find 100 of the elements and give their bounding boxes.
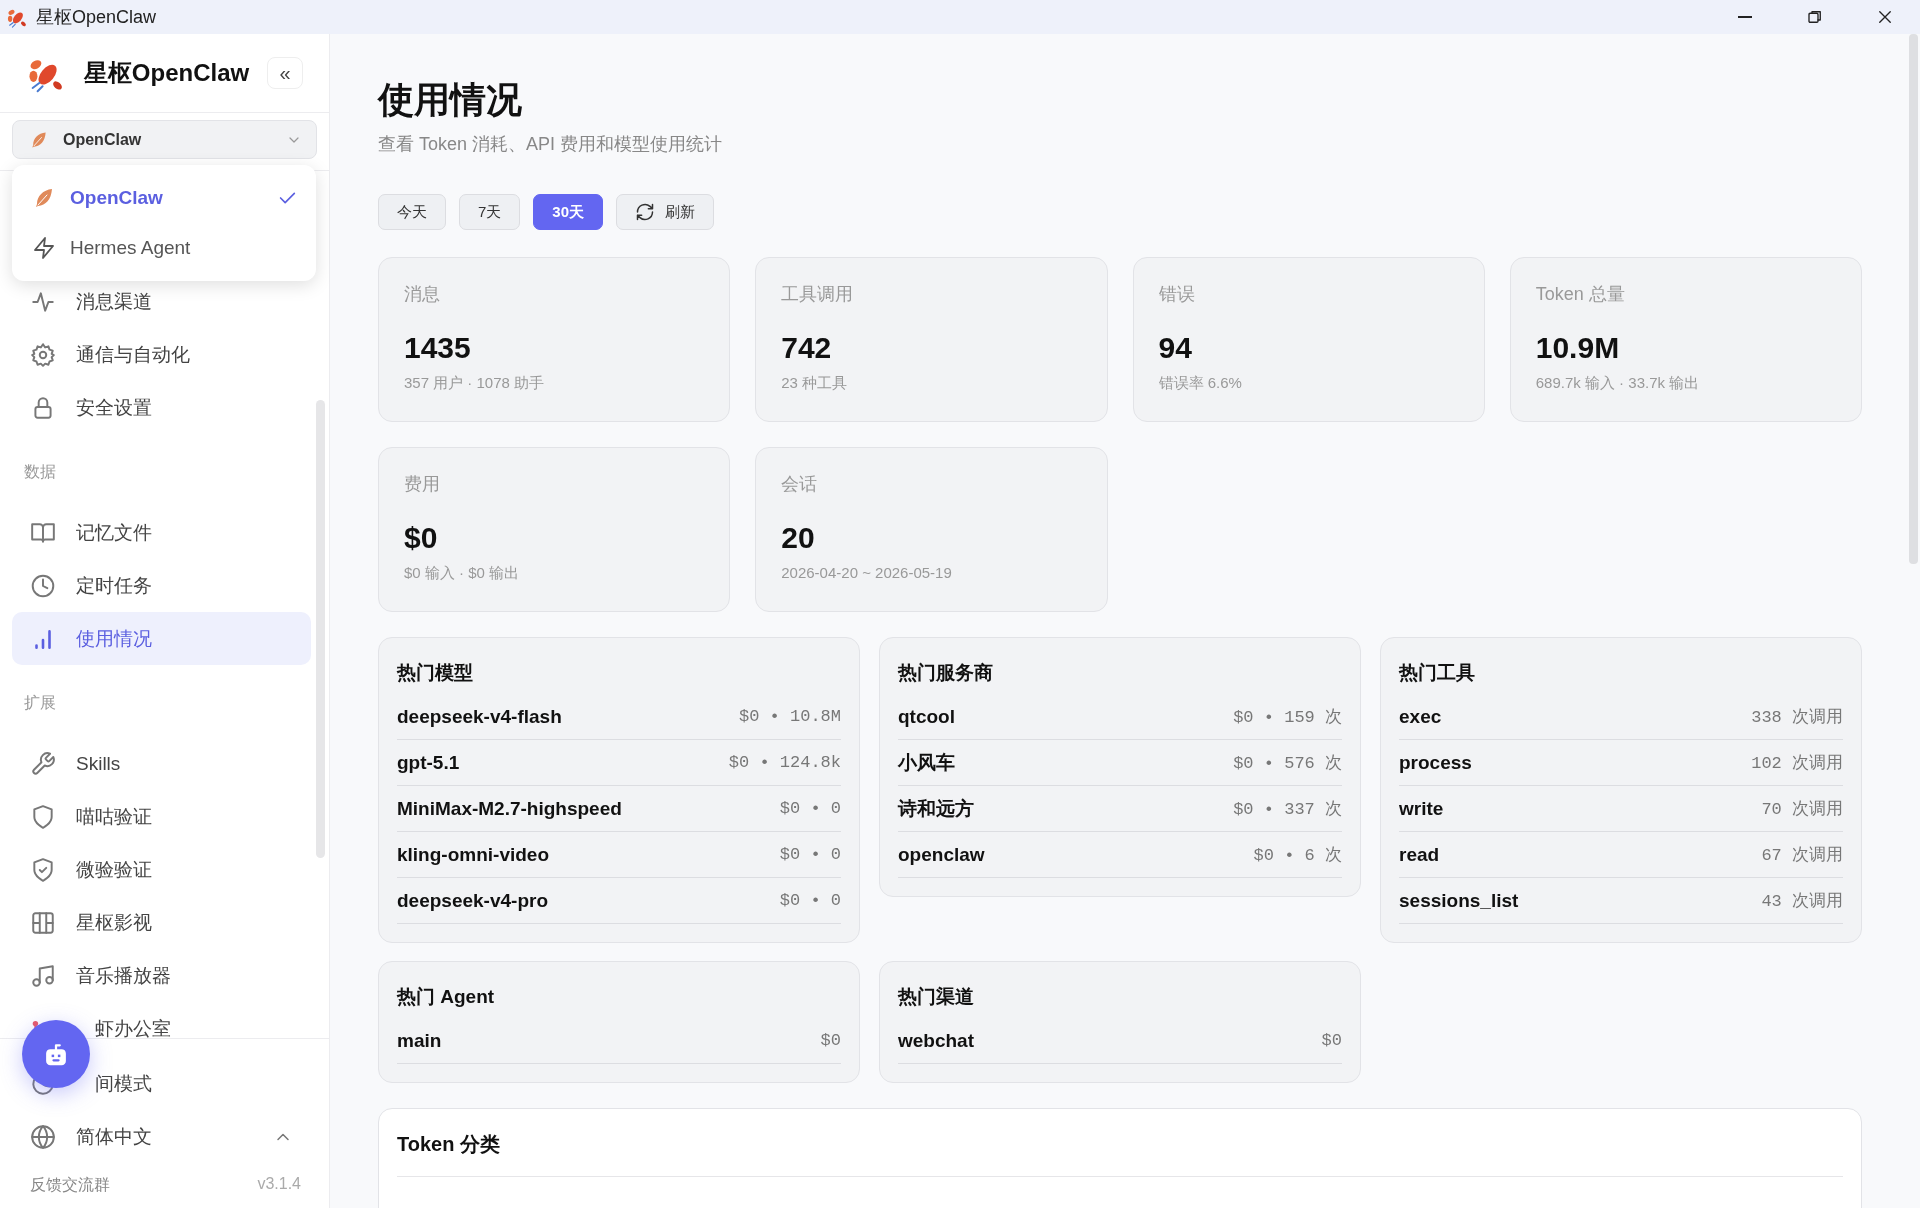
bolt-icon [32, 236, 56, 260]
shield-check-icon [30, 856, 56, 883]
stat-label: 会话 [781, 473, 819, 496]
stat-value: 94 [1158, 330, 1193, 366]
row-value: $0 • 10.8M [738, 707, 841, 726]
minimize-icon [1738, 16, 1752, 18]
grid-icon [30, 909, 56, 936]
card-title: 热门服务商 [898, 661, 994, 685]
row-name: sessions_list [1399, 889, 1519, 912]
stat-label: 消息 [404, 283, 441, 306]
row-value: $0 • 0 [779, 891, 841, 910]
row-value: $0 • 6 次 [1253, 845, 1342, 866]
row-value: 70 次调用 [1761, 799, 1843, 820]
language-select[interactable]: 简体中文 [12, 1110, 311, 1163]
row-name: 小风车 [898, 750, 955, 775]
card-title: 热门工具 [1399, 661, 1476, 685]
stat-detail: 2026-04-20 ~ 2026-05-19 [781, 564, 953, 581]
scrollbar[interactable] [1909, 34, 1918, 564]
globe-icon [30, 1123, 56, 1150]
page-subtitle: 查看 Token 消耗、API 费用和模型使用统计 [378, 133, 724, 156]
card-title: 热门模型 [397, 661, 474, 685]
range-button[interactable]: 30天 [533, 194, 604, 230]
row-value: $0 • 0 [779, 799, 841, 818]
stat-label: 费用 [404, 473, 441, 496]
row-name: write [1399, 797, 1444, 820]
nav-item[interactable]: 通信与自动化 [12, 328, 311, 381]
window-title: 星枢OpenClaw [36, 6, 158, 29]
section-heading: 数据 [24, 462, 56, 482]
restore-icon [1806, 8, 1824, 26]
row-value: $0 • 337 次 [1233, 799, 1342, 820]
row-name: 诗和远方 [898, 796, 974, 821]
nav-item[interactable]: Skills [12, 737, 311, 790]
close-icon [1876, 8, 1894, 26]
row-name: kling-omni-video [397, 843, 549, 866]
version-label: v3.1.4 [257, 1175, 301, 1194]
stat-label: 工具调用 [781, 283, 855, 306]
row-value: $0 [1321, 1031, 1342, 1050]
stat-value: 1435 [404, 330, 472, 366]
row-value: $0 • 124.8k [728, 753, 841, 772]
stat-value: 742 [781, 330, 833, 366]
wrench-icon [30, 750, 56, 777]
refresh-icon [635, 202, 656, 222]
range-button[interactable]: 7天 [459, 194, 521, 230]
agent-option[interactable]: OpenClaw [12, 173, 316, 223]
row-name: exec [1399, 705, 1442, 728]
row-name: deepseek-v4-flash [397, 705, 562, 728]
agent-option[interactable]: Hermes Agent [12, 223, 316, 273]
nav-item[interactable]: 定时任务 [12, 559, 311, 612]
nav-item[interactable]: 安全设置 [12, 381, 311, 434]
section-heading: 扩展 [24, 693, 56, 713]
page-title: 使用情况 [378, 78, 523, 122]
row-name: deepseek-v4-pro [397, 889, 548, 912]
stat-value: 20 [781, 520, 816, 556]
nav-item[interactable]: 微验验证 [12, 843, 311, 896]
row-name: main [397, 1029, 442, 1052]
row-name: process [1399, 751, 1472, 774]
refresh-button[interactable]: 刷新 [616, 194, 715, 230]
range-button[interactable]: 今天 [378, 194, 446, 230]
row-value: 102 次调用 [1751, 753, 1843, 774]
nav-item[interactable]: 消息渠道 [12, 275, 311, 328]
nav-item[interactable]: 音乐播放器 [12, 949, 311, 1002]
stat-detail: 357 用户 · 1078 助手 [404, 374, 546, 393]
agent-select[interactable]: OpenClaw [12, 120, 317, 159]
stat-label: 错误 [1158, 283, 1196, 306]
settings-icon [30, 341, 56, 368]
card-title: Token 分类 [397, 1132, 500, 1157]
row-name: MiniMax-M2.7-highspeed [397, 797, 622, 820]
collapse-button[interactable]: « [267, 57, 303, 89]
feedback-link[interactable]: 反馈交流群 [30, 1175, 110, 1196]
shield-icon [30, 803, 56, 830]
stat-detail: 错误率 6.6% [1158, 374, 1243, 393]
assistant-button[interactable] [22, 1020, 90, 1088]
row-value: 338 次调用 [1751, 707, 1843, 728]
stat-detail: $0 输入 · $0 输出 [404, 564, 521, 583]
row-name: webchat [898, 1029, 975, 1052]
row-value: 67 次调用 [1761, 845, 1843, 866]
row-name: openclaw [898, 843, 985, 866]
clock-icon [30, 572, 56, 599]
nav-item[interactable]: 记忆文件 [12, 506, 311, 559]
scrollbar[interactable] [316, 400, 325, 858]
row-value: $0 • 576 次 [1233, 753, 1342, 774]
nav-item[interactable]: 使用情况 [12, 612, 311, 665]
card-title: 热门渠道 [898, 985, 975, 1009]
stat-value: 10.9M [1535, 330, 1621, 366]
card-title: 热门 Agent [397, 985, 496, 1009]
stat-detail: 23 种工具 [781, 374, 849, 393]
stat-value: $0 [404, 520, 439, 556]
row-name: qtcool [898, 705, 955, 728]
stat-detail: 689.7k 输入 · 33.7k 输出 [1535, 374, 1701, 393]
app-name: 星枢OpenClaw [83, 58, 250, 88]
row-value: 43 次调用 [1761, 891, 1843, 912]
row-value: $0 [820, 1031, 841, 1050]
row-value: $0 • 0 [779, 845, 841, 864]
nav-item[interactable]: 喵咕验证 [12, 790, 311, 843]
row-value: $0 • 159 次 [1233, 707, 1342, 728]
music-icon [30, 962, 56, 989]
row-name: gpt-5.1 [397, 751, 460, 774]
row-name: read [1399, 843, 1440, 866]
stat-label: Token 总量 [1535, 283, 1626, 306]
nav-item[interactable]: 星枢影视 [12, 896, 311, 949]
